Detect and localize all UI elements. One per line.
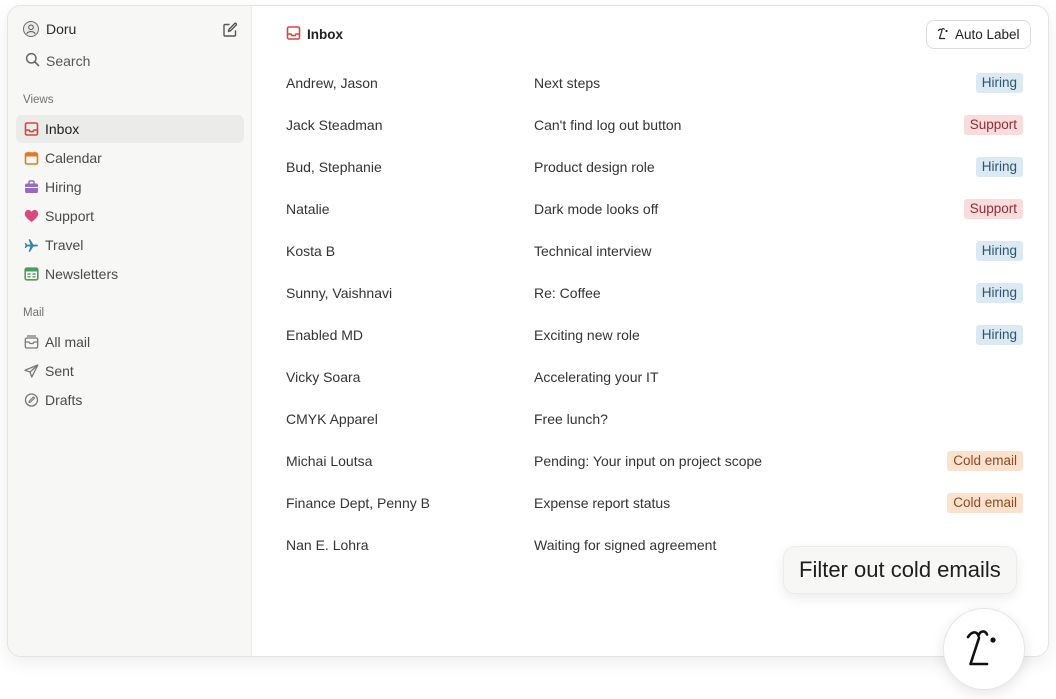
email-label-badge: Cold email xyxy=(947,493,1023,513)
email-label-badge: Support xyxy=(963,199,1023,219)
email-label-badge: Hiring xyxy=(975,241,1023,261)
email-subject: Waiting for signed agreement xyxy=(534,537,717,553)
sidebar-item-newsletters[interactable]: Newsletters xyxy=(16,260,244,288)
mail-section-label: Mail xyxy=(23,307,45,319)
sidebar-item-label: Calendar xyxy=(45,150,102,166)
assistant-prompt-text: Filter out cold emails xyxy=(799,557,1001,582)
page-title-text: Inbox xyxy=(307,27,343,42)
email-subject: Exciting new role xyxy=(534,327,640,343)
auto-label-button[interactable]: Auto Label xyxy=(926,20,1031,49)
email-subject: Can't find log out button xyxy=(534,117,682,133)
email-row[interactable]: Kosta B Technical interview Hiring xyxy=(286,241,1026,284)
sidebar-item-label: Hiring xyxy=(45,179,82,195)
email-label-badge: Hiring xyxy=(975,157,1023,177)
email-row[interactable]: Sunny, Vaishnavi Re: Coffee Hiring xyxy=(286,283,1026,326)
email-sender: Natalie xyxy=(286,201,330,217)
email-subject: Technical interview xyxy=(534,243,652,259)
email-sender: Andrew, Jason xyxy=(286,75,378,91)
ai-assistant-button[interactable] xyxy=(943,608,1025,690)
sidebar-item-label: Sent xyxy=(45,363,74,379)
sidebar-item-label: Drafts xyxy=(45,392,83,408)
sidebar-item-label: Newsletters xyxy=(45,266,119,282)
inbox-icon xyxy=(286,26,301,43)
sidebar-item-calendar[interactable]: Calendar xyxy=(16,144,244,172)
sidebar-item-label: Inbox xyxy=(45,121,80,137)
draft-icon xyxy=(24,393,39,408)
newspaper-icon xyxy=(24,267,39,282)
email-row[interactable]: Natalie Dark mode looks off Support xyxy=(286,199,1026,242)
sidebar-item-all-mail[interactable]: All mail xyxy=(16,328,244,356)
sidebar-item-drafts[interactable]: Drafts xyxy=(16,386,244,414)
email-sender: Bud, Stephanie xyxy=(286,159,382,175)
sidebar: Doru Search Views Inbox Calendar Hiring … xyxy=(8,6,252,656)
account-name: Doru xyxy=(46,21,77,37)
page-title: Inbox xyxy=(286,26,343,43)
sidebar-item-travel[interactable]: Travel xyxy=(16,231,244,259)
email-row[interactable]: CMYK Apparel Free lunch? xyxy=(286,410,1026,452)
email-subject: Expense report status xyxy=(534,495,671,511)
email-label-badge: Hiring xyxy=(975,325,1023,345)
views-section-label: Views xyxy=(23,94,54,106)
sidebar-item-label: Support xyxy=(45,208,95,224)
send-icon xyxy=(24,364,39,379)
email-subject: Pending: Your input on project scope xyxy=(534,453,763,469)
inbox-icon xyxy=(24,122,39,137)
search-button[interactable]: Search xyxy=(25,52,90,70)
search-label: Search xyxy=(46,53,91,69)
auto-label-text: Auto Label xyxy=(955,27,1020,42)
email-row[interactable]: Enabled MD Exciting new role Hiring xyxy=(286,325,1026,368)
email-row[interactable]: Finance Dept, Penny B Expense report stat… xyxy=(286,493,1026,536)
email-sender: Kosta B xyxy=(286,243,336,259)
compose-icon[interactable] xyxy=(222,22,238,38)
email-row[interactable]: Bud, Stephanie Product design role Hiring xyxy=(286,157,1026,200)
calendar-icon xyxy=(24,151,39,166)
email-subject: Product design role xyxy=(534,159,655,175)
email-row[interactable]: Vicky Soara Accelerating your IT xyxy=(286,368,1026,410)
email-subject: Accelerating your IT xyxy=(534,369,659,385)
email-row[interactable]: Andrew, Jason Next steps Hiring xyxy=(286,73,1026,116)
email-sender: Enabled MD xyxy=(286,327,364,343)
sidebar-item-support[interactable]: Support xyxy=(16,202,244,230)
ai-assistant-icon xyxy=(937,27,950,43)
sidebar-item-inbox[interactable]: Inbox xyxy=(16,115,244,143)
person-avatar-icon xyxy=(23,21,39,37)
sidebar-item-label: Travel xyxy=(45,237,84,253)
email-sender: Nan E. Lohra xyxy=(286,537,369,553)
email-row[interactable]: Michai Loutsa Pending: Your input on proj… xyxy=(286,451,1026,494)
email-sender: Michai Loutsa xyxy=(286,453,373,469)
sidebar-item-sent[interactable]: Sent xyxy=(16,357,244,385)
heart-icon xyxy=(24,209,39,224)
search-icon xyxy=(25,52,40,70)
sidebar-item-label: All mail xyxy=(45,334,91,350)
email-sender: Finance Dept, Penny B xyxy=(286,495,430,511)
email-label-badge: Cold email xyxy=(947,451,1023,471)
archive-icon xyxy=(24,335,39,350)
sidebar-item-hiring[interactable]: Hiring xyxy=(16,173,244,201)
email-label-badge: Support xyxy=(963,115,1023,135)
email-sender: Jack Steadman xyxy=(286,117,383,133)
email-subject: Dark mode looks off xyxy=(534,201,659,217)
briefcase-icon xyxy=(24,180,39,195)
email-sender: Vicky Soara xyxy=(286,369,361,385)
email-row[interactable]: Jack Steadman Can't find log out button Su… xyxy=(286,115,1026,158)
assistant-prompt-bubble: Filter out cold emails xyxy=(783,546,1017,594)
airplane-icon xyxy=(24,238,39,253)
email-label-badge: Hiring xyxy=(975,73,1023,93)
account-switcher[interactable]: Doru xyxy=(23,21,76,37)
email-subject: Free lunch? xyxy=(534,411,608,427)
email-label-badge: Hiring xyxy=(975,283,1023,303)
email-subject: Next steps xyxy=(534,75,601,91)
ai-assistant-icon xyxy=(964,626,1004,673)
email-sender: CMYK Apparel xyxy=(286,411,378,427)
email-subject: Re: Coffee xyxy=(534,285,601,301)
email-sender: Sunny, Vaishnavi xyxy=(286,285,393,301)
